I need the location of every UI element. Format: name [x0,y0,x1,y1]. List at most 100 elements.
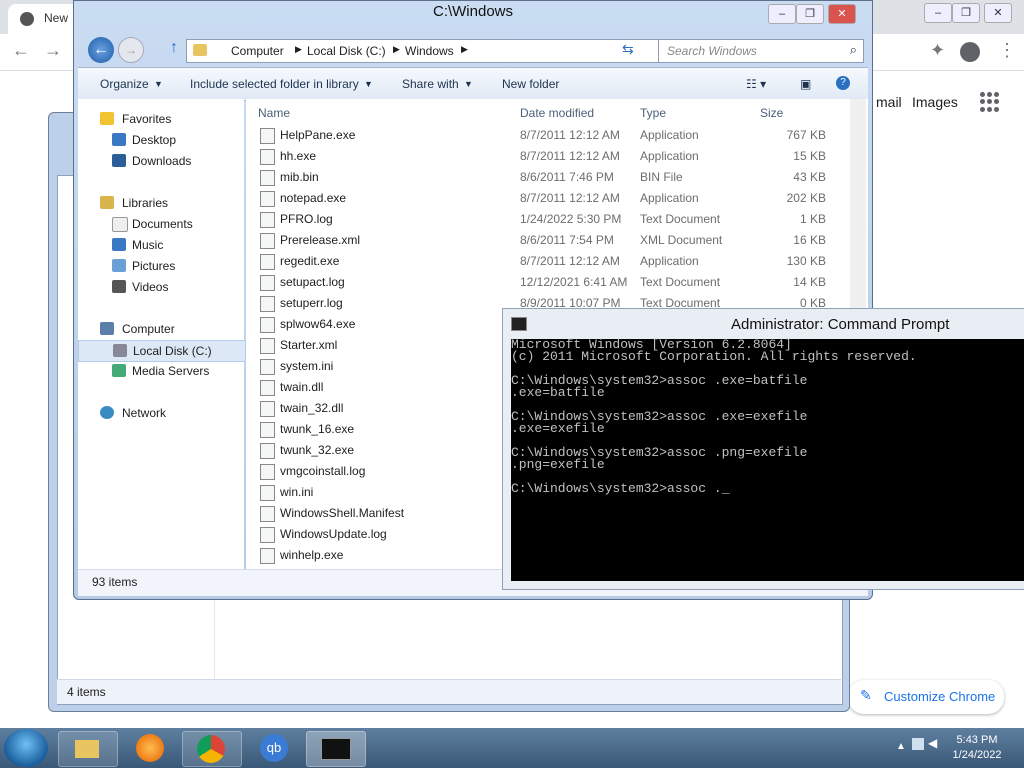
console-line: .exe=exefile [511,421,605,436]
nav-favorites[interactable]: Favorites [78,109,244,129]
help-icon[interactable]: ? [836,76,850,90]
nav-label: Local Disk (C:) [133,344,212,358]
file-date: 8/7/2011 12:12 AM [520,254,620,268]
command-prompt-window[interactable]: Administrator: Command Prompt Microsoft … [502,308,1024,590]
nav-documents[interactable]: Documents [78,214,244,234]
clock[interactable]: 5:43 PM 1/24/2022 [942,733,1012,763]
preview-pane-icon[interactable]: ▣ [800,77,811,91]
nav-computer[interactable]: Computer [78,319,244,339]
taskbar-explorer[interactable] [58,731,118,767]
start-button[interactable] [4,729,48,767]
taskbar-chrome[interactable] [182,731,242,767]
file-name: win.ini [280,485,314,499]
file-row[interactable]: Prerelease.xml 8/6/2011 7:54 PM XML Docume… [246,230,846,251]
nav-downloads[interactable]: Downloads [78,151,244,171]
include-in-library-menu[interactable]: Include selected folder in library [190,77,359,91]
nav-label: Music [132,238,164,252]
customize-chrome-button[interactable]: ✎ Customize Chrome [848,680,1004,714]
customize-label: Customize Chrome [884,689,996,704]
up-arrow-icon[interactable]: ↑ [170,39,178,57]
file-icon [260,254,275,270]
gmail-link[interactable]: mail [876,94,902,110]
back-button[interactable]: ← [88,37,114,63]
search-input[interactable]: Search Windows [667,44,757,58]
breadcrumb-computer[interactable]: Computer [231,44,284,58]
file-row[interactable]: setupact.log 12/12/2021 6:41 AM Text Docum… [246,272,846,293]
chrome-minimize-button[interactable]: – [924,3,952,23]
breadcrumb-windows[interactable]: Windows [405,44,454,58]
file-name: twain.dll [280,380,324,394]
profile-icon[interactable] [960,42,980,62]
organize-menu[interactable]: Organize [100,77,149,91]
file-name: vmgcoinstall.log [280,464,366,478]
search-box[interactable]: Search Windows ⌕ [658,39,864,63]
close-button[interactable]: ✕ [828,4,856,24]
file-type: Text Document [640,212,721,226]
forward-arrow-icon[interactable]: → [44,40,62,61]
nav-desktop[interactable]: Desktop [78,130,244,150]
file-icon [260,464,275,480]
column-type[interactable]: Type [640,106,666,120]
file-date: 12/12/2021 6:41 AM [520,275,628,289]
chrome-icon [20,12,34,26]
taskbar-firefox[interactable] [122,731,180,765]
taskbar-cmd[interactable] [306,731,366,767]
nav-network[interactable]: Network [78,403,244,423]
file-name: mib.bin [280,170,319,184]
share-with-menu[interactable]: Share with [402,77,459,91]
file-icon [260,338,275,354]
libraries-icon [100,196,114,209]
file-size: 43 KB [793,170,826,184]
cmd-icon [511,317,527,331]
images-link[interactable]: Images [912,94,958,110]
file-size: 1 KB [799,212,826,226]
network-tray-icon[interactable] [912,738,924,750]
minimize-button[interactable]: – [768,4,796,24]
file-row[interactable]: mib.bin 8/6/2011 7:46 PM BIN File 43 KB [246,167,846,188]
maximize-button[interactable]: ❐ [796,4,824,24]
nav-media-servers[interactable]: Media Servers [78,361,244,381]
column-date-modified[interactable]: Date modified [520,106,594,120]
refresh-button[interactable]: ⇆ [622,41,634,58]
file-row[interactable]: PFRO.log 1/24/2022 5:30 PM Text Document 1 … [246,209,846,230]
view-options-icon[interactable]: ☷ ▾ [746,77,766,91]
console-output[interactable]: Microsoft Windows [Version 6.2.8064] (c) … [511,338,1024,581]
file-icon [260,212,275,228]
menu-icon[interactable]: ⋮ [998,40,1016,61]
qbittorrent-icon: qb [260,734,288,762]
new-folder-button[interactable]: New folder [502,77,559,91]
nav-pictures[interactable]: Pictures [78,256,244,276]
nav-libraries[interactable]: Libraries [78,193,244,213]
volume-icon[interactable]: ◀ [928,736,937,750]
console-line: .png=exefile [511,457,605,472]
column-size[interactable]: Size [760,106,783,120]
clock-date: 1/24/2022 [952,749,1002,761]
chrome-maximize-button[interactable]: ❐ [952,3,980,23]
file-row[interactable]: hh.exe 8/7/2011 12:12 AM Application 15 KB [246,146,846,167]
chrome-close-button[interactable]: ✕ [984,3,1012,23]
command-bar: Organize ▼ Include selected folder in li… [78,67,868,101]
breadcrumb-arrow-icon: ▶ [393,44,400,54]
breadcrumb-local-disk[interactable]: Local Disk (C:) [307,44,386,58]
forward-button[interactable]: → [118,37,144,63]
file-row[interactable]: notepad.exe 8/7/2011 12:12 AM Application 2… [246,188,846,209]
nav-videos[interactable]: Videos [78,277,244,297]
back-arrow-icon[interactable]: ← [12,40,30,61]
file-row[interactable]: regedit.exe 8/7/2011 12:12 AM Application 1… [246,251,846,272]
file-icon [260,485,275,501]
music-icon [112,238,126,251]
file-row[interactable]: HelpPane.exe 8/7/2011 12:12 AM Application… [246,125,846,146]
show-hidden-icons[interactable]: ▲ [896,741,906,752]
file-type: BIN File [640,170,683,184]
address-bar[interactable]: Computer ▶ Local Disk (C:) ▶ Windows ▶ [186,39,720,63]
column-name[interactable]: Name [258,106,290,120]
network-icon [100,406,114,419]
file-name: regedit.exe [280,254,340,268]
nav-local-disk[interactable]: Local Disk (C:) [78,340,246,362]
taskbar-qbittorrent[interactable]: qb [246,731,304,765]
apps-grid-icon[interactable] [980,92,1000,112]
file-size: 767 KB [786,128,826,142]
nav-music[interactable]: Music [78,235,244,255]
extensions-icon[interactable]: ✦ [930,40,945,61]
computer-icon [100,322,114,335]
